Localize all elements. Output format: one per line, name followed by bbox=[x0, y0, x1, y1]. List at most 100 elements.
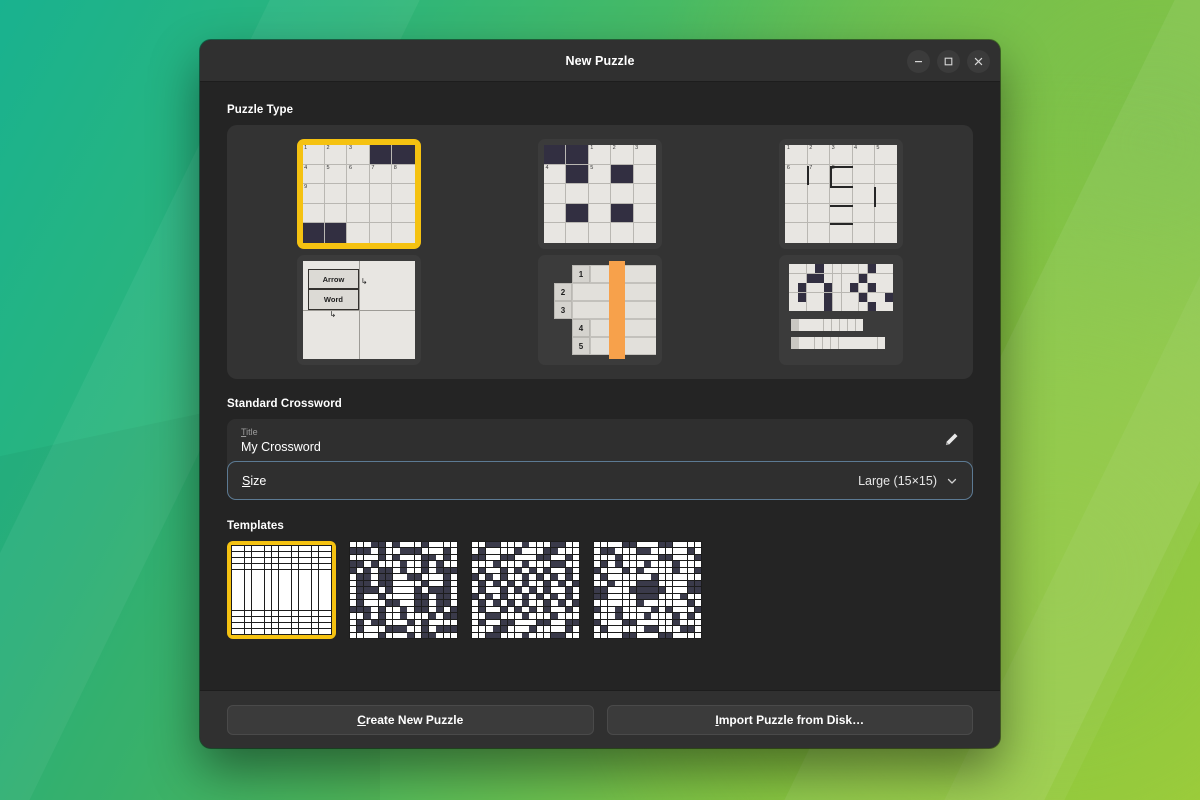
template-cell bbox=[688, 587, 695, 593]
template-cell bbox=[451, 633, 458, 639]
minimize-button[interactable] bbox=[907, 50, 930, 73]
template-cell bbox=[371, 568, 378, 574]
puzzle-type-barred-crossword[interactable]: 12345678 bbox=[779, 139, 903, 249]
template-cell bbox=[522, 574, 529, 580]
template-cell bbox=[245, 623, 251, 628]
template-cell bbox=[594, 581, 601, 587]
template-pattern-2[interactable] bbox=[471, 541, 580, 639]
template-cell bbox=[415, 600, 422, 606]
template-cell bbox=[319, 575, 325, 580]
template-cell bbox=[608, 600, 615, 606]
template-cell bbox=[615, 613, 622, 619]
template-cell bbox=[472, 607, 479, 613]
maximize-button[interactable] bbox=[937, 50, 960, 73]
template-cell bbox=[279, 629, 285, 634]
template-cell bbox=[245, 617, 251, 622]
template-cell bbox=[379, 555, 386, 561]
answer-cell bbox=[807, 337, 814, 349]
answer-cell bbox=[791, 319, 799, 331]
answer-cell bbox=[791, 337, 798, 349]
template-cell bbox=[651, 633, 658, 639]
template-cell bbox=[285, 599, 291, 604]
template-cell bbox=[594, 594, 601, 600]
grid-cell bbox=[392, 184, 414, 204]
grid-cell bbox=[370, 223, 392, 243]
standard-crossword-thumbnail: 123456789 bbox=[303, 145, 415, 243]
size-row[interactable]: Size Large (15×15) bbox=[227, 461, 973, 500]
puzzle-type-standard-crossword[interactable]: 123456789 bbox=[297, 139, 421, 249]
template-cell bbox=[232, 552, 238, 557]
template-cell bbox=[252, 558, 258, 563]
template-cell bbox=[429, 620, 436, 626]
title-bar[interactable]: New Puzzle bbox=[200, 40, 1000, 82]
grid-cell bbox=[370, 145, 392, 165]
template-cell bbox=[400, 633, 407, 639]
template-cell bbox=[279, 564, 285, 569]
template-cell bbox=[522, 607, 529, 613]
arrow-word-cell-2: Word bbox=[308, 289, 358, 310]
chevron-down-icon[interactable] bbox=[946, 475, 958, 487]
template-cell bbox=[688, 607, 695, 613]
template-cell bbox=[272, 546, 278, 551]
template-cell bbox=[637, 626, 644, 632]
import-puzzle-button[interactable]: Import Puzzle from Disk… bbox=[607, 705, 974, 735]
template-cell bbox=[279, 546, 285, 551]
template-cell bbox=[695, 587, 702, 593]
grid-cell bbox=[392, 223, 414, 243]
template-cell bbox=[501, 600, 508, 606]
puzzle-type-skeleton-puzzle[interactable]: 12345 bbox=[538, 255, 662, 365]
puzzle-type-american-crossword[interactable]: 12345 bbox=[538, 139, 662, 249]
template-pattern-1[interactable] bbox=[349, 541, 458, 639]
template-cell bbox=[393, 574, 400, 580]
template-blank[interactable] bbox=[227, 541, 336, 639]
template-cell bbox=[594, 587, 601, 593]
create-new-puzzle-button[interactable]: Create New Puzzle bbox=[227, 705, 594, 735]
template-cell bbox=[429, 600, 436, 606]
template-cell bbox=[319, 593, 325, 598]
template-cell bbox=[407, 548, 414, 554]
template-cell bbox=[436, 587, 443, 593]
template-cell bbox=[393, 633, 400, 639]
template-cell bbox=[272, 629, 278, 634]
template-cell bbox=[573, 587, 580, 593]
template-cell bbox=[615, 633, 622, 639]
template-cell bbox=[429, 542, 436, 548]
template-pattern-3[interactable] bbox=[593, 541, 702, 639]
template-cell bbox=[272, 611, 278, 616]
template-cell bbox=[252, 629, 258, 634]
template-cell bbox=[479, 581, 486, 587]
puzzle-type-fill-in-puzzle[interactable] bbox=[779, 255, 903, 365]
template-cell bbox=[558, 574, 565, 580]
template-cell bbox=[551, 600, 558, 606]
template-cell bbox=[350, 574, 357, 580]
template-cell bbox=[415, 548, 422, 554]
puzzle-type-arrow-word[interactable]: Arrow Word ↳ ↳ bbox=[297, 255, 421, 365]
pencil-icon[interactable] bbox=[944, 432, 959, 447]
grid-cell: 3 bbox=[347, 145, 369, 165]
template-cell bbox=[386, 613, 393, 619]
template-cell bbox=[265, 593, 271, 598]
template-cell bbox=[695, 620, 702, 626]
template-cell bbox=[312, 558, 318, 563]
grid-cell bbox=[885, 264, 893, 273]
template-cell bbox=[651, 555, 658, 561]
template-cell bbox=[529, 581, 536, 587]
template-cell bbox=[493, 561, 500, 567]
template-cell bbox=[325, 581, 331, 586]
template-cell bbox=[364, 574, 371, 580]
title-row[interactable]: Title My Crossword bbox=[227, 419, 973, 462]
minimize-icon bbox=[914, 57, 923, 66]
grid-cell bbox=[876, 293, 884, 302]
skeleton-clue-number: 2 bbox=[554, 283, 572, 301]
grid-cell bbox=[634, 223, 656, 243]
template-cell bbox=[666, 594, 673, 600]
template-cell bbox=[522, 600, 529, 606]
skeleton-clue-number: 3 bbox=[554, 301, 572, 319]
template-cell bbox=[400, 600, 407, 606]
template-cell bbox=[623, 587, 630, 593]
grid-cell bbox=[875, 165, 897, 185]
template-cell bbox=[312, 599, 318, 604]
template-cell bbox=[673, 574, 680, 580]
close-button[interactable] bbox=[967, 50, 990, 73]
template-cell bbox=[299, 546, 305, 551]
